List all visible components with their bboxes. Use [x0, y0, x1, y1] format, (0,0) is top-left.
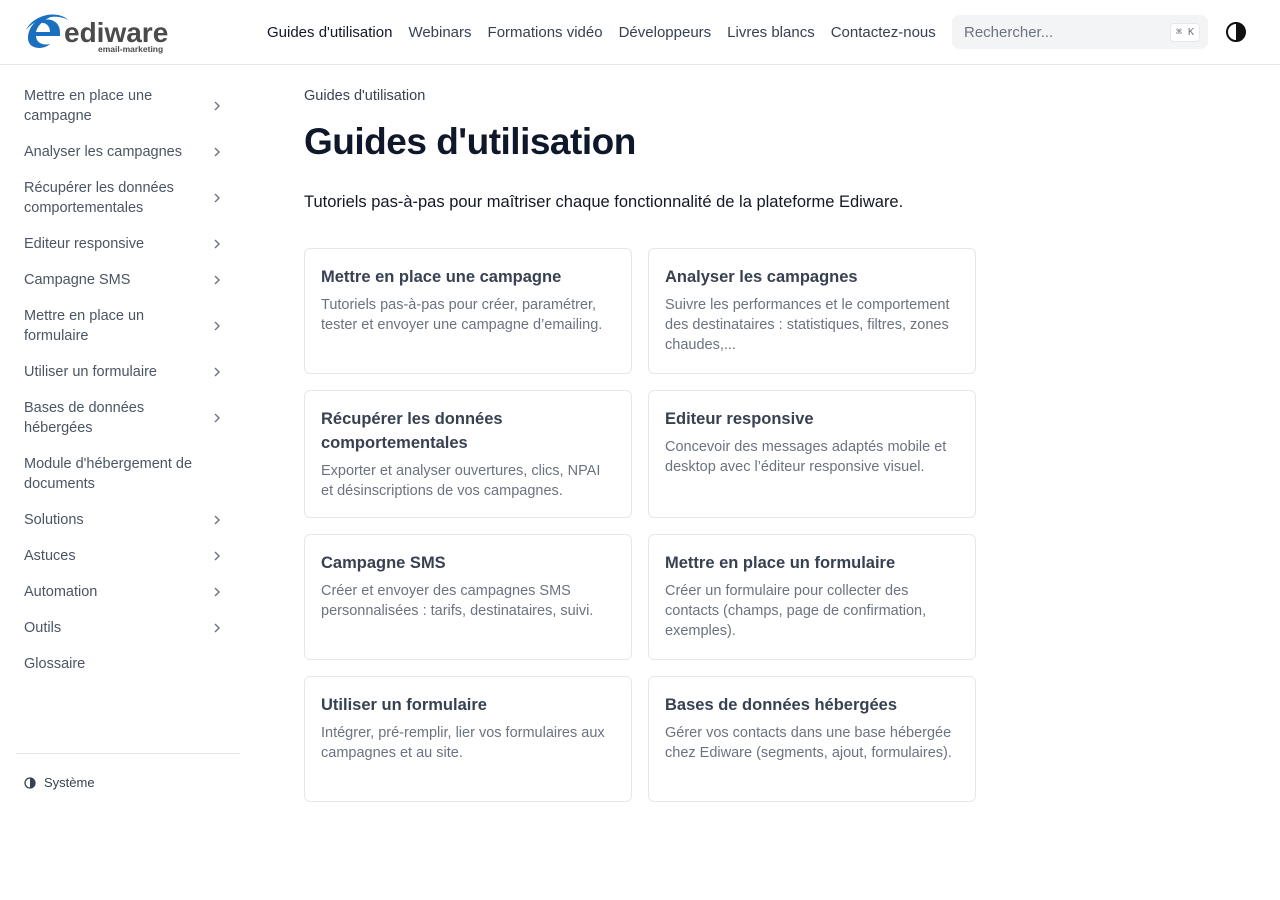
search-shortcut: ⌘ K	[1169, 22, 1200, 42]
card-description: Exporter et analyser ouvertures, clics, …	[321, 463, 601, 499]
sidebar-item-label: Campagne SMS	[24, 272, 131, 288]
sidebar-item-label: Astuces	[24, 548, 76, 564]
card-description: Suivre les performances et le comporteme…	[665, 297, 950, 353]
nav-guides[interactable]: Guides d'utilisation	[259, 24, 400, 41]
card-title: Récupérer les données comportementales	[321, 410, 503, 452]
sidebar-item-label: Glossaire	[24, 656, 86, 672]
chevron-right-icon	[214, 193, 220, 203]
guide-card[interactable]: Editeur responsive Concevoir des message…	[648, 390, 976, 518]
nav-developpeurs[interactable]: Développeurs	[611, 24, 720, 41]
sidebar-nav: Mettre en place une campagne Analyser le…	[16, 78, 240, 682]
page-title: Guides d'utilisation	[304, 121, 636, 162]
sidebar-item-label: Analyser les campagnes	[24, 144, 182, 160]
chevron-right-icon	[214, 515, 220, 525]
sidebar-item-automation[interactable]: Automation	[16, 574, 240, 610]
guide-card[interactable]: Utiliser un formulaire Intégrer, pré-rem…	[304, 676, 632, 802]
guide-card[interactable]: Analyser les campagnes Suivre les perfor…	[648, 248, 976, 374]
sidebar-item-label: Solutions	[24, 512, 84, 528]
chevron-right-icon	[214, 551, 220, 561]
main-nav: Guides d'utilisation Webinars Formations…	[259, 0, 944, 64]
card-title: Utiliser un formulaire	[321, 696, 487, 714]
nav-webinars[interactable]: Webinars	[400, 24, 479, 41]
sidebar-divider	[16, 753, 240, 754]
card-title: Mettre en place un formulaire	[665, 554, 896, 572]
chevron-right-icon	[214, 623, 220, 633]
sidebar-item-label: Automation	[24, 584, 98, 600]
logo-mark: ediware email-marketing	[26, 14, 168, 54]
nav-formations[interactable]: Formations vidéo	[480, 24, 611, 41]
breadcrumb[interactable]: Guides d'utilisation	[304, 86, 976, 106]
sidebar-item-bases[interactable]: Bases de données hébergées	[16, 390, 240, 446]
sidebar-item-solutions[interactable]: Solutions	[16, 502, 240, 538]
sidebar-item-donnees[interactable]: Récupérer les données comportementales	[16, 170, 240, 226]
sidebar-item-sms[interactable]: Campagne SMS	[16, 262, 240, 298]
page-intro: Tutoriels pas-à-pas pour maîtriser chaqu…	[304, 193, 904, 211]
chevron-right-icon	[214, 587, 220, 597]
card-description: Tutoriels pas-à-pas pour créer, paramétr…	[321, 297, 603, 333]
logo-tagline: email-marketing	[98, 44, 163, 54]
nav-contact[interactable]: Contactez-nous	[823, 24, 944, 41]
chevron-right-icon	[214, 147, 220, 157]
card-description: Intégrer, pré-remplir, lier vos formulai…	[321, 725, 605, 761]
sidebar-item-label: Mettre en place un formulaire	[24, 308, 145, 344]
sidebar-item-utiliser-formulaire[interactable]: Utiliser un formulaire	[16, 354, 240, 390]
card-title: Mettre en place une campagne	[321, 268, 562, 286]
sidebar-item-outils[interactable]: Outils	[16, 610, 240, 646]
card-title: Bases de données hébergées	[665, 696, 898, 714]
guide-card[interactable]: Campagne SMS Créer et envoyer des campag…	[304, 534, 632, 660]
sidebar-item-editeur[interactable]: Editeur responsive	[16, 226, 240, 262]
chevron-right-icon	[214, 321, 220, 331]
contrast-icon	[1226, 22, 1246, 42]
chevron-right-icon	[214, 275, 220, 285]
card-description: Créer et envoyer des campagnes SMS perso…	[321, 583, 594, 619]
sidebar-item-formulaire[interactable]: Mettre en place un formulaire	[16, 298, 240, 354]
sidebar-item-label: Utiliser un formulaire	[24, 364, 157, 380]
guide-card[interactable]: Mettre en place un formulaire Créer un f…	[648, 534, 976, 660]
sidebar-item-campagne[interactable]: Mettre en place une campagne	[16, 78, 240, 134]
card-title: Editeur responsive	[665, 410, 814, 428]
sidebar-item-hebergement[interactable]: Module d'hébergement de documents	[16, 446, 240, 502]
guide-card[interactable]: Mettre en place une campagne Tutoriels p…	[304, 248, 632, 374]
chevron-right-icon	[214, 413, 220, 423]
guide-card[interactable]: Bases de données hébergées Gérer vos con…	[648, 676, 976, 802]
card-title: Analyser les campagnes	[665, 268, 858, 286]
card-description: Créer un formulaire pour collecter des c…	[665, 583, 927, 639]
sidebar-item-label: Bases de données hébergées	[24, 400, 145, 436]
sidebar-item-astuces[interactable]: Astuces	[16, 538, 240, 574]
sidebar-item-label: Récupérer les données comportementales	[24, 180, 174, 216]
sidebar-item-label: Mettre en place une campagne	[24, 88, 153, 124]
sidebar-item-label: Module d'hébergement de documents	[24, 456, 193, 492]
card-title: Campagne SMS	[321, 554, 446, 572]
sidebar-item-label: Outils	[24, 620, 62, 636]
theme-selector-label: Système	[44, 775, 95, 790]
card-description: Gérer vos contacts dans une base hébergé…	[665, 725, 952, 761]
guide-cards-grid: Mettre en place une campagne Tutoriels p…	[304, 248, 976, 812]
top-header: ediware email-marketing Guides d'utilisa…	[0, 0, 1280, 65]
theme-selector[interactable]: Système	[24, 775, 95, 790]
sidebar-item-glossaire[interactable]: Glossaire	[16, 646, 240, 682]
main-content: Guides d'utilisation Guides d'utilisatio…	[304, 86, 976, 812]
sidebar-item-analyser[interactable]: Analyser les campagnes	[16, 134, 240, 170]
chevron-right-icon	[214, 101, 220, 111]
ediware-logo[interactable]: ediware email-marketing	[24, 10, 169, 54]
sidebar-item-label: Editeur responsive	[24, 236, 145, 252]
contrast-icon	[24, 776, 36, 789]
search-box[interactable]: ⌘ K	[952, 15, 1208, 49]
search-input[interactable]	[964, 23, 1170, 41]
guide-card[interactable]: Récupérer les données comportementales E…	[304, 390, 632, 518]
theme-toggle-button[interactable]	[1225, 21, 1247, 43]
card-description: Concevoir des messages adaptés mobile et…	[665, 439, 947, 475]
chevron-right-icon	[214, 367, 220, 377]
chevron-right-icon	[214, 239, 220, 249]
nav-livres-blancs[interactable]: Livres blancs	[719, 24, 823, 41]
